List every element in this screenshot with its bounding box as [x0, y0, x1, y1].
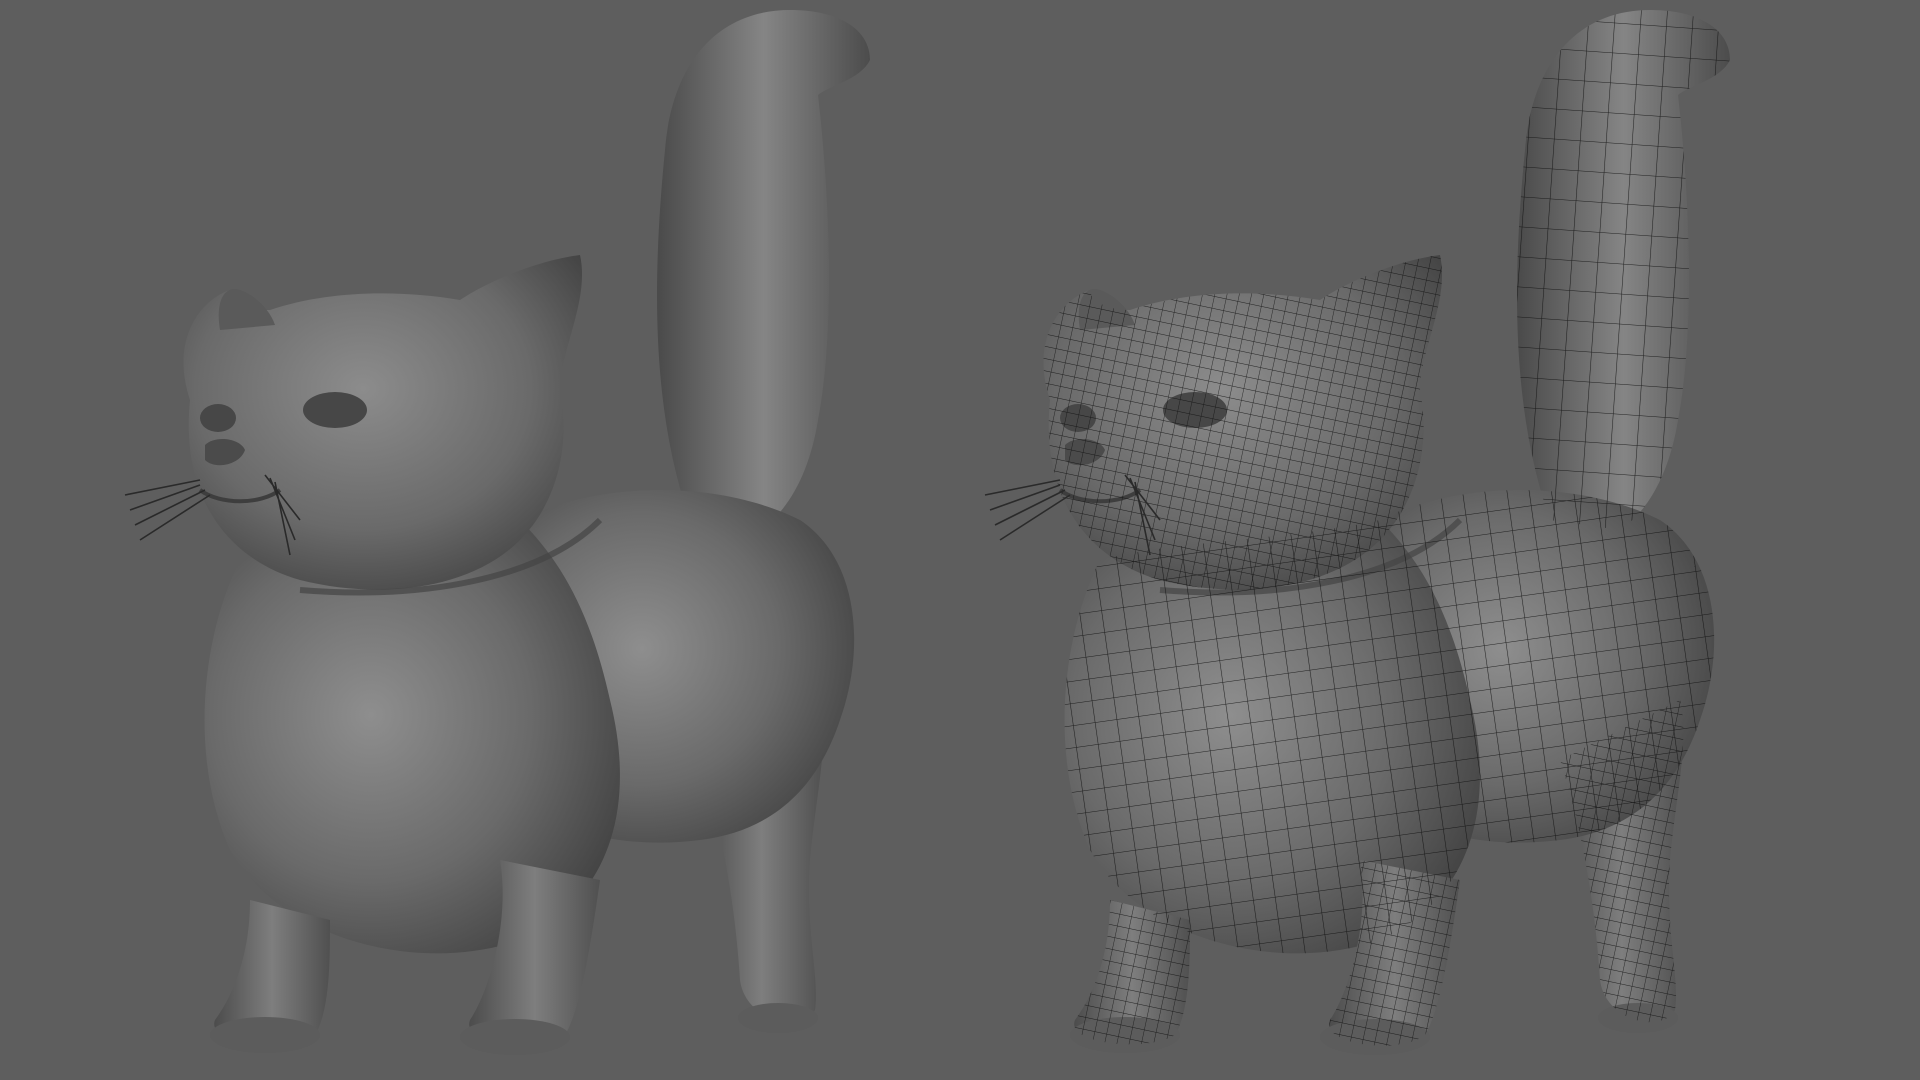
3d-viewport[interactable]: [0, 0, 1920, 1080]
cat-model-wireframe[interactable]: [984, 0, 1770, 1060]
viewport-canvas[interactable]: [0, 0, 1920, 1080]
cat-model-smooth[interactable]: [124, 10, 870, 1055]
